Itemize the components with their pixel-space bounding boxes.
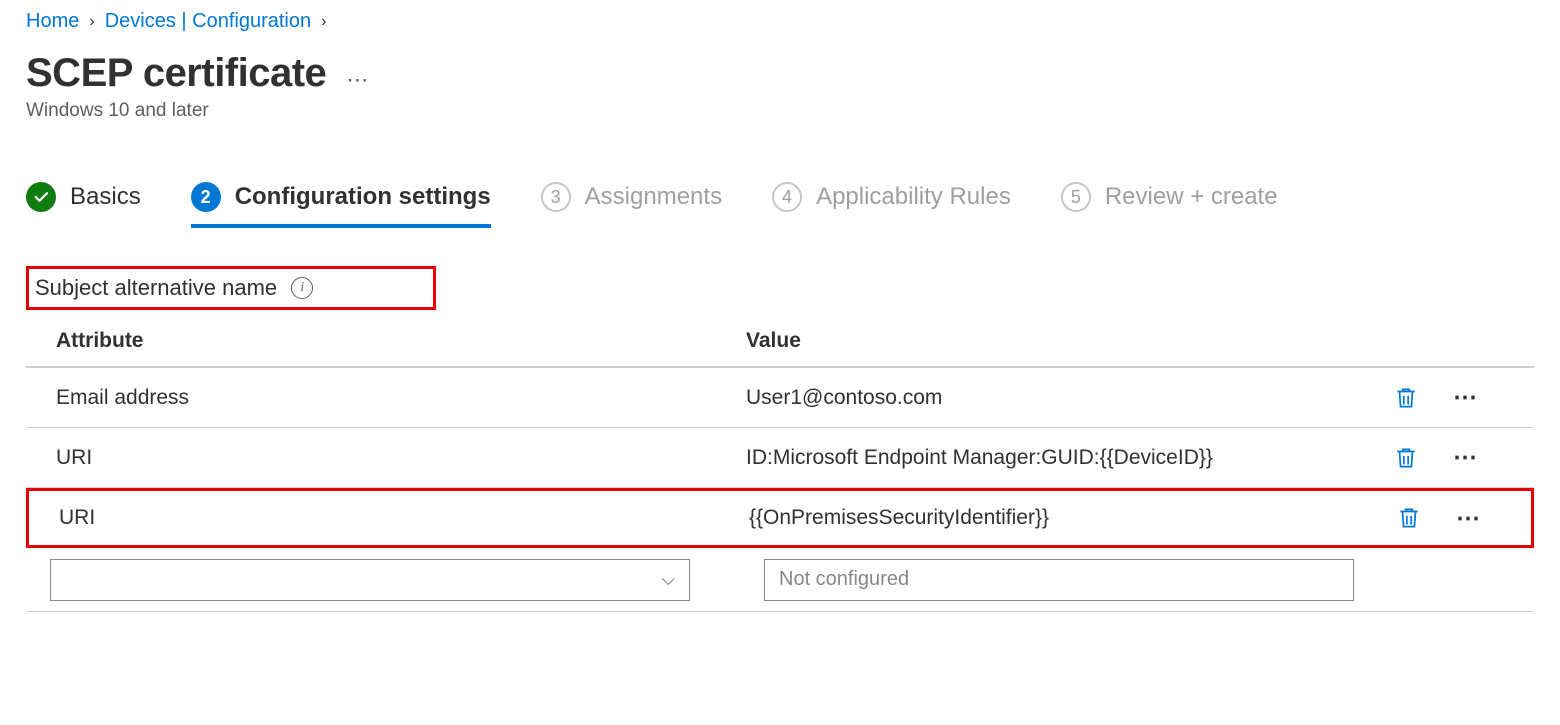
more-actions-icon[interactable]: ⋯ bbox=[346, 49, 370, 93]
step-review-create[interactable]: 5 Review + create bbox=[1061, 182, 1278, 226]
col-value: Value bbox=[746, 329, 1386, 353]
value-input[interactable]: Not configured bbox=[764, 559, 1354, 601]
delete-button[interactable] bbox=[1389, 498, 1429, 538]
step-configuration-settings[interactable]: 2 Configuration settings bbox=[191, 182, 491, 226]
step-label: Assignments bbox=[585, 183, 722, 211]
step-applicability-rules[interactable]: 4 Applicability Rules bbox=[772, 182, 1011, 226]
step-number-icon: 2 bbox=[191, 182, 221, 212]
cell-value: User1@contoso.com bbox=[746, 386, 1386, 410]
step-assignments[interactable]: 3 Assignments bbox=[541, 182, 722, 226]
chevron-right-icon: › bbox=[89, 13, 94, 31]
step-basics[interactable]: Basics bbox=[26, 182, 141, 226]
cell-value: ID:Microsoft Endpoint Manager:GUID:{{Dev… bbox=[746, 446, 1386, 470]
chevron-right-icon: › bbox=[321, 13, 326, 31]
section-label: Subject alternative name bbox=[35, 275, 277, 301]
step-number-icon: 4 bbox=[772, 182, 802, 212]
step-label: Basics bbox=[70, 183, 141, 211]
step-number-icon: 5 bbox=[1061, 182, 1091, 212]
step-label: Configuration settings bbox=[235, 183, 491, 211]
table-new-row: ⌵ Not configured bbox=[26, 548, 1534, 612]
row-more-button[interactable]: ⋯ bbox=[1446, 378, 1486, 418]
wizard-steps: Basics 2 Configuration settings 3 Assign… bbox=[26, 182, 1534, 226]
table-row: Email address User1@contoso.com ⋯ bbox=[26, 368, 1534, 428]
page-subtitle: Windows 10 and later bbox=[26, 100, 1534, 122]
breadcrumb-devices[interactable]: Devices | Configuration bbox=[105, 10, 311, 33]
table-row: URI ID:Microsoft Endpoint Manager:GUID:{… bbox=[26, 428, 1534, 488]
table-row: URI {{OnPremisesSecurityIdentifier}} ⋯ bbox=[26, 488, 1534, 548]
breadcrumb: Home › Devices | Configuration › bbox=[26, 0, 1534, 41]
breadcrumb-home[interactable]: Home bbox=[26, 10, 79, 33]
row-more-button[interactable]: ⋯ bbox=[1449, 498, 1489, 538]
cell-attribute: URI bbox=[56, 446, 746, 470]
step-number-icon: 3 bbox=[541, 182, 571, 212]
step-label: Applicability Rules bbox=[816, 183, 1011, 211]
check-circle-icon bbox=[26, 182, 56, 212]
row-more-button[interactable]: ⋯ bbox=[1446, 438, 1486, 478]
section-subject-alternative-name: Subject alternative name i bbox=[26, 266, 436, 310]
table-header-row: Attribute Value bbox=[26, 316, 1534, 368]
cell-value: {{OnPremisesSecurityIdentifier}} bbox=[749, 506, 1389, 530]
delete-button[interactable] bbox=[1386, 378, 1426, 418]
step-label: Review + create bbox=[1105, 183, 1278, 211]
cell-attribute: Email address bbox=[56, 386, 746, 410]
info-icon[interactable]: i bbox=[291, 277, 313, 299]
page-title: SCEP certificate bbox=[26, 51, 326, 96]
col-attribute: Attribute bbox=[56, 329, 746, 353]
delete-button[interactable] bbox=[1386, 438, 1426, 478]
san-table: Attribute Value Email address User1@cont… bbox=[26, 316, 1534, 612]
attribute-select[interactable]: ⌵ bbox=[50, 559, 690, 601]
cell-attribute: URI bbox=[59, 506, 749, 530]
chevron-down-icon: ⌵ bbox=[661, 569, 675, 590]
